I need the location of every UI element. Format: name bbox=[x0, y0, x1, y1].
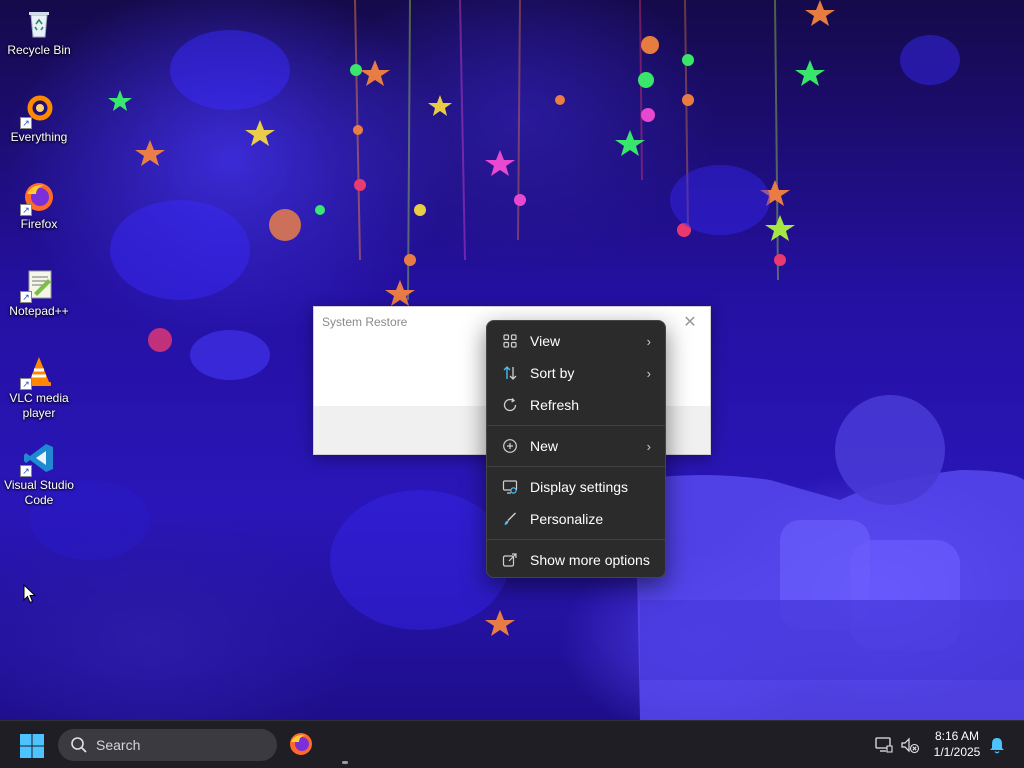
mouse-cursor-icon bbox=[23, 583, 37, 609]
sort-icon bbox=[501, 364, 519, 382]
desktop-icon-vscode[interactable]: ↗ Visual Studio Code bbox=[2, 441, 76, 508]
menu-item-label: New bbox=[530, 438, 559, 454]
plus-circle-icon bbox=[501, 437, 519, 455]
search-icon bbox=[71, 737, 87, 753]
firefox-icon: ↗ bbox=[20, 180, 56, 216]
taskbar-clock[interactable]: 8:16 AM 1/1/2025 bbox=[926, 728, 988, 760]
desktop-icon-notepad-plus-plus[interactable]: ↗ Notepad++ bbox=[2, 267, 76, 319]
taskbar-firefox-button[interactable] bbox=[288, 731, 314, 757]
menu-separator bbox=[487, 425, 665, 426]
desktop-icon-firefox[interactable]: ↗ Firefox bbox=[2, 180, 76, 232]
window-title: System Restore bbox=[322, 315, 408, 329]
menu-item-sort-by[interactable]: Sort by › bbox=[487, 357, 665, 389]
menu-item-new[interactable]: New › bbox=[487, 430, 665, 462]
clock-date: 1/1/2025 bbox=[933, 745, 981, 759]
menu-separator bbox=[487, 539, 665, 540]
taskbar-search-box[interactable]: Search bbox=[58, 729, 277, 761]
recycle-bin-icon bbox=[22, 6, 56, 40]
menu-item-label: Show more options bbox=[530, 552, 650, 568]
volume-muted-icon[interactable] bbox=[900, 735, 920, 755]
firefox-icon bbox=[290, 733, 312, 755]
clock-time: 8:16 AM bbox=[934, 729, 980, 743]
menu-item-view[interactable]: View › bbox=[487, 325, 665, 357]
chevron-right-icon: › bbox=[646, 365, 651, 381]
menu-item-label: Personalize bbox=[530, 511, 604, 527]
desktop-icon-label: Everything bbox=[10, 130, 68, 144]
vscode-icon: ↗ bbox=[20, 441, 56, 477]
desktop-icon-label: Visual Studio Code bbox=[4, 478, 74, 507]
menu-item-label: Refresh bbox=[530, 397, 580, 413]
shortcut-arrow-icon: ↗ bbox=[20, 378, 32, 390]
menu-item-personalize[interactable]: Personalize bbox=[487, 503, 665, 535]
windows-logo-icon bbox=[20, 734, 44, 758]
menu-item-show-more-options[interactable]: Show more options bbox=[487, 544, 665, 576]
start-button[interactable] bbox=[19, 733, 45, 759]
taskbar: Search 8:16 AM 1/1/2025 bbox=[0, 720, 1024, 768]
close-button[interactable]: ✕ bbox=[678, 312, 702, 332]
menu-item-refresh[interactable]: Refresh bbox=[487, 389, 665, 421]
shortcut-arrow-icon: ↗ bbox=[20, 204, 32, 216]
menu-item-label: View bbox=[530, 333, 561, 349]
desktop-icon-everything[interactable]: ↗ Everything bbox=[2, 93, 76, 145]
shortcut-arrow-icon: ↗ bbox=[20, 465, 32, 477]
vlc-icon: ↗ bbox=[20, 354, 56, 390]
desktop-icon-vlc[interactable]: ↗ VLC media player bbox=[2, 354, 76, 421]
chevron-right-icon: › bbox=[646, 333, 651, 349]
search-placeholder: Search bbox=[96, 737, 141, 753]
desktop-icon-label: Notepad++ bbox=[9, 304, 69, 318]
network-icon[interactable] bbox=[874, 735, 894, 755]
more-options-icon bbox=[501, 551, 519, 569]
desktop-icon-recycle-bin[interactable]: Recycle Bin bbox=[2, 6, 76, 58]
everything-icon: ↗ bbox=[20, 93, 56, 129]
notepad-plus-plus-icon: ↗ bbox=[20, 267, 56, 303]
grid-view-icon bbox=[501, 332, 519, 350]
menu-item-display-settings[interactable]: Display settings bbox=[487, 471, 665, 503]
menu-item-label: Display settings bbox=[530, 479, 629, 495]
menu-item-label: Sort by bbox=[530, 365, 575, 381]
refresh-icon bbox=[501, 396, 519, 414]
chevron-right-icon: › bbox=[646, 438, 651, 454]
display-settings-icon bbox=[501, 478, 519, 496]
menu-separator bbox=[487, 466, 665, 467]
taskbar-app-indicator bbox=[342, 761, 348, 764]
desktop-context-menu: View › Sort by › Refresh New › Display s… bbox=[486, 320, 666, 578]
brush-icon bbox=[501, 510, 519, 528]
shortcut-arrow-icon: ↗ bbox=[20, 117, 32, 129]
shortcut-arrow-icon: ↗ bbox=[20, 291, 32, 303]
desktop-icon-label: Recycle Bin bbox=[7, 43, 71, 57]
desktop-icon-label: Firefox bbox=[20, 217, 58, 231]
desktop-icon-label: VLC media player bbox=[9, 391, 69, 420]
notification-bell-icon[interactable] bbox=[987, 735, 1007, 755]
